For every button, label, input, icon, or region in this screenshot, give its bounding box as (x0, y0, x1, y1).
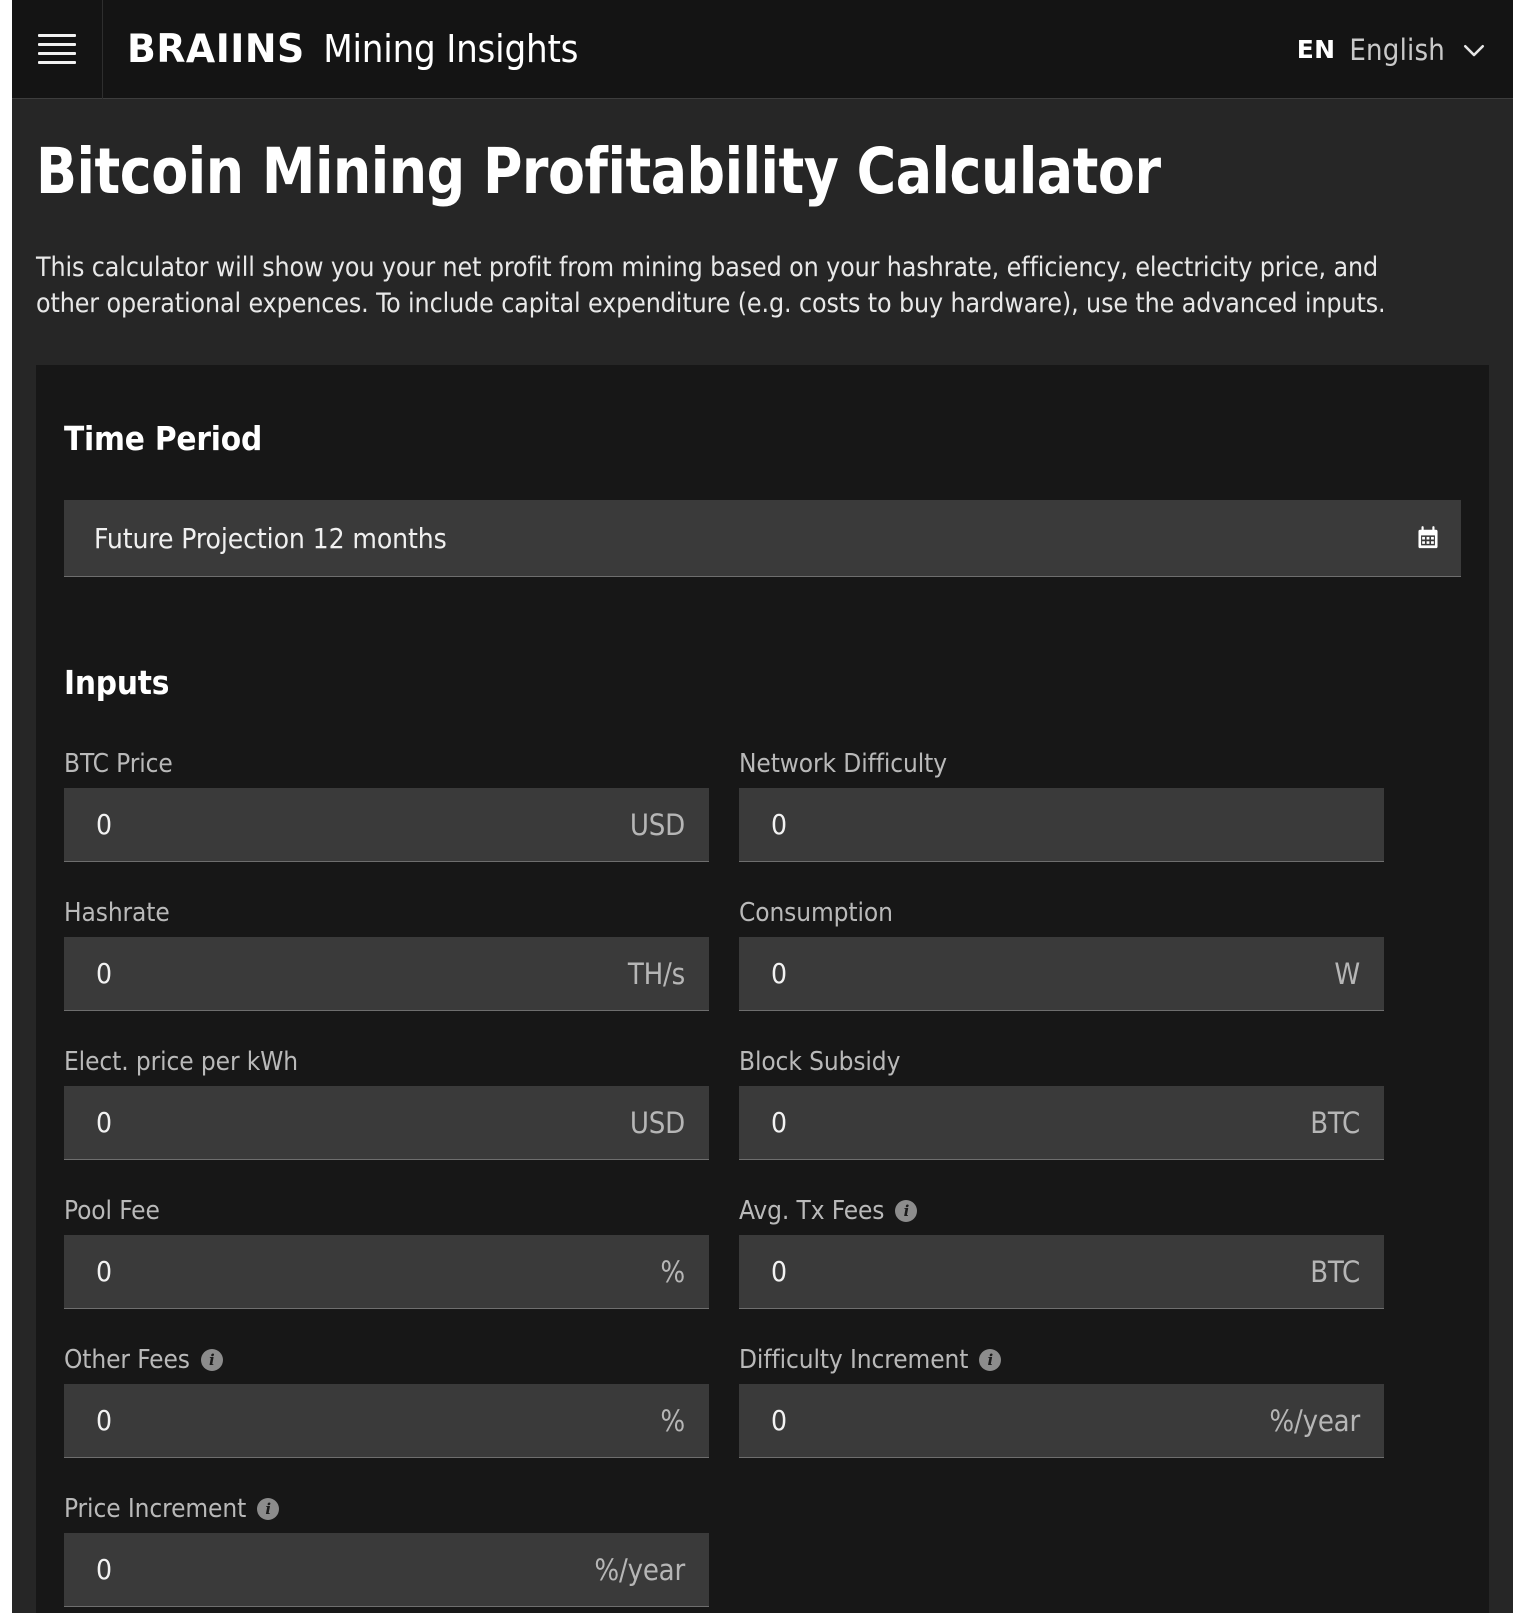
input-unit: BTC (1310, 1105, 1360, 1140)
label-text: BTC Price (64, 749, 173, 780)
field-other-fees: Other Fees i 0% (64, 1336, 709, 1459)
field-btc-price: BTC Price 0 USD (64, 740, 709, 863)
calculator-card: Time Period Future Projection 12 months … (36, 365, 1489, 1613)
time-period-selector[interactable]: Future Projection 12 months (64, 500, 1461, 578)
chevron-down-icon (1463, 44, 1485, 56)
application-window: BRAIINS Mining Insights EN English Bitco… (12, 0, 1513, 1613)
label-text: Other Fees (64, 1345, 190, 1376)
label-elect-price-per-kwh: Elect. price per kWh (64, 1038, 709, 1086)
label-text: Network Difficulty (739, 749, 947, 780)
info-icon[interactable]: i (979, 1349, 1002, 1372)
field-network-difficulty: Network Difficulty 0 (739, 740, 1384, 863)
input-other-fees[interactable]: 0% (64, 1384, 709, 1459)
label-text: Elect. price per kWh (64, 1047, 298, 1078)
input-avg-tx-fees[interactable]: 0 BTC (739, 1235, 1384, 1310)
brand-logo[interactable]: BRAIINS Mining Insights (127, 27, 578, 72)
input-value: 0 (771, 808, 788, 842)
field-consumption: Consumption 0 W (739, 889, 1384, 1012)
input-difficulty-increment[interactable]: 0 %/year (739, 1384, 1384, 1459)
brand-subtitle-text: Mining Insights (323, 26, 579, 71)
field-elect-price-per-kwh: Elect. price per kWh 0 USD (64, 1038, 709, 1161)
input-unit: %/year (594, 1552, 685, 1587)
label-hashrate: Hashrate (64, 889, 709, 937)
info-icon[interactable]: i (257, 1498, 280, 1521)
time-period-section-title: Time Period (64, 419, 262, 459)
input-unit: TH/s (627, 956, 685, 991)
field-pool-fee: Pool Fee 0% (64, 1187, 709, 1310)
input-value: 0 (771, 957, 788, 991)
input-unit: BTC (1310, 1254, 1360, 1289)
input-value: 0 (96, 1553, 113, 1587)
brand-mark-text: BRAIINS (127, 26, 305, 72)
label-pool-fee: Pool Fee (64, 1187, 709, 1235)
label-difficulty-increment: Difficulty Increment i (739, 1336, 1384, 1384)
inputs-grid: BTC Price 0 USD Network Difficulty 0 Hashrate… (64, 740, 1461, 1613)
input-unit: % (660, 1254, 685, 1289)
input-value: 0 (96, 808, 113, 842)
input-price-increment[interactable]: 0 %/year (64, 1533, 709, 1608)
label-avg-tx-fees: Avg. Tx Fees i (739, 1187, 1384, 1235)
input-value: 0 (771, 1404, 788, 1438)
label-block-subsidy: Block Subsidy (739, 1038, 1384, 1086)
input-value: 0 (771, 1106, 788, 1140)
label-text: Pool Fee (64, 1196, 160, 1227)
label-btc-price: BTC Price (64, 740, 709, 788)
label-text: Consumption (739, 898, 893, 929)
input-unit: USD (629, 1105, 685, 1140)
input-consumption[interactable]: 0W (739, 937, 1384, 1012)
info-icon[interactable]: i (200, 1349, 223, 1372)
input-btc-price[interactable]: 0 USD (64, 788, 709, 863)
input-elect-price-per-kwh[interactable]: 0 USD (64, 1086, 709, 1161)
input-unit: W (1334, 956, 1360, 991)
inputs-section-title: Inputs (64, 663, 170, 703)
page-description: This calculator will show you your net p… (36, 252, 1386, 319)
field-block-subsidy: Block Subsidy 0 BTC (739, 1038, 1384, 1161)
input-value: 0 (96, 1404, 113, 1438)
input-unit: % (660, 1403, 685, 1438)
field-price-increment: Price Increment i 0 %/year (64, 1485, 709, 1608)
time-period-value: Future Projection 12 months (94, 521, 447, 555)
input-value: 0 (96, 1255, 113, 1289)
label-price-increment: Price Increment i (64, 1485, 709, 1533)
input-value: 0 (771, 1255, 788, 1289)
language-code-label: EN (1296, 35, 1336, 64)
input-pool-fee[interactable]: 0% (64, 1235, 709, 1310)
input-network-difficulty[interactable]: 0 (739, 788, 1384, 863)
calendar-icon (1418, 526, 1438, 549)
page-title: Bitcoin Mining Profitability Calculator (36, 135, 1161, 208)
menu-toggle-button[interactable] (12, 0, 103, 99)
input-unit: %/year (1269, 1403, 1360, 1438)
label-text: Avg. Tx Fees (739, 1196, 885, 1227)
input-block-subsidy[interactable]: 0 BTC (739, 1086, 1384, 1161)
info-icon[interactable]: i (895, 1200, 918, 1223)
field-difficulty-increment: Difficulty Increment i 0 %/year (739, 1336, 1384, 1459)
top-navigation-bar: BRAIINS Mining Insights EN English (12, 0, 1513, 99)
label-text: Hashrate (64, 898, 170, 929)
field-hashrate: Hashrate 0 TH/s (64, 889, 709, 1012)
input-unit: USD (629, 807, 685, 842)
language-name-label: English (1349, 32, 1445, 67)
language-selector[interactable]: EN English (1297, 0, 1489, 99)
page-content: Bitcoin Mining Profitability Calculator … (12, 99, 1513, 1613)
label-consumption: Consumption (739, 889, 1384, 937)
label-other-fees: Other Fees i (64, 1336, 709, 1384)
field-avg-tx-fees: Avg. Tx Fees i 0 BTC (739, 1187, 1384, 1310)
hamburger-menu-icon (38, 34, 76, 64)
label-text: Block Subsidy (739, 1047, 901, 1078)
input-value: 0 (96, 1106, 113, 1140)
label-network-difficulty: Network Difficulty (739, 740, 1384, 788)
label-text: Difficulty Increment (739, 1345, 969, 1376)
input-hashrate[interactable]: 0 TH/s (64, 937, 709, 1012)
input-value: 0 (96, 957, 113, 991)
label-text: Price Increment (64, 1494, 247, 1525)
